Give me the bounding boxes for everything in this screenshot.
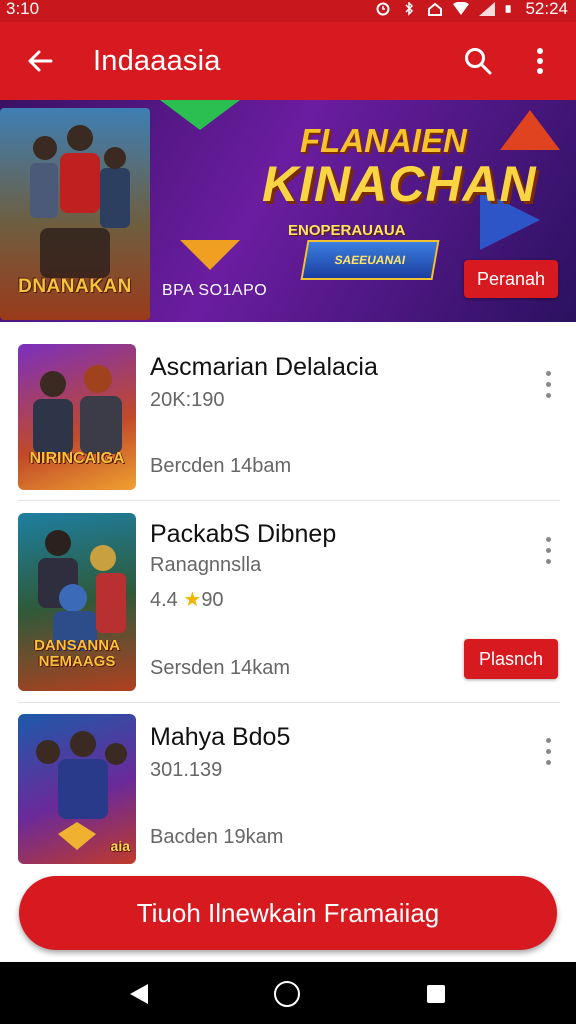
item-title: PackabS Dibnep — [150, 520, 337, 548]
list-item[interactable]: aia Mahya Bdo5 301.139 Bacden 19kam — [0, 703, 576, 873]
item-action-button[interactable]: Plasnch — [464, 639, 558, 679]
search-icon — [465, 48, 492, 75]
banner-action-button[interactable]: Peranah — [464, 260, 558, 298]
status-time: 3:10 — [6, 0, 40, 18]
signal-icon — [479, 2, 496, 16]
bluetooth-icon — [405, 2, 414, 16]
item-title: Ascmarian Delalacia — [150, 353, 378, 381]
status-bar: 3:10 52:24 — [0, 0, 576, 22]
status-icons: 52:24 — [375, 0, 568, 18]
nav-back-icon[interactable] — [128, 982, 150, 1006]
item-title: Mahya Bdo5 — [150, 723, 291, 751]
item-thumbnail-title: aia — [110, 838, 130, 854]
nav-recents-icon[interactable] — [427, 985, 445, 1003]
page-title: Indaaasia — [93, 45, 221, 77]
battery-icon — [506, 5, 512, 13]
banner-emblem: SAEEUANAI — [300, 240, 440, 280]
item-subtitle: 20K:190 — [150, 389, 225, 411]
primary-cta-button[interactable]: Tiuoh Ilnewkain Framaiiag — [19, 876, 557, 950]
banner-shard — [500, 110, 560, 150]
banner-title-line3: ENOPERAUAUA — [288, 222, 406, 239]
featured-banner[interactable]: DNANAKAN FLANAIEN KINACHAN ENOPERAUAUA S… — [0, 100, 576, 322]
item-thumbnail[interactable]: NIRINCAIGA — [18, 344, 136, 490]
back-button[interactable] — [20, 41, 60, 81]
overflow-menu-button[interactable] — [522, 41, 558, 81]
wifi-icon — [453, 2, 470, 15]
arrow-back-icon — [28, 50, 53, 72]
status-clock: 52:24 — [525, 0, 568, 18]
more-vert-icon — [545, 737, 551, 765]
home-status-icon — [428, 2, 443, 16]
more-vert-icon — [545, 370, 551, 398]
list-item[interactable]: NIRINCAIGA Ascmarian Delalacia 20K:190 B… — [0, 336, 576, 501]
more-vert-icon — [545, 536, 551, 564]
list-item[interactable]: DANSANNA NEMAAGS PackabS Dibnep Ranagnns… — [0, 501, 576, 703]
banner-poster-title: DNANAKAN — [18, 276, 132, 297]
item-thumbnail-title: NIRINCAIGA — [29, 450, 125, 467]
item-more-button[interactable] — [536, 731, 560, 771]
rating-value: 4.4 — [150, 589, 178, 611]
system-nav-bar — [0, 962, 576, 1024]
item-meta: Sersden 14kam — [150, 657, 291, 679]
alarm-icon — [376, 2, 390, 16]
item-meta: Bacden 19kam — [150, 826, 284, 848]
rating-count: 90 — [201, 589, 224, 611]
nav-home-icon[interactable] — [274, 981, 300, 1007]
app-bar: Indaaasia — [0, 22, 576, 100]
item-more-button[interactable] — [536, 364, 560, 404]
item-thumbnail[interactable]: aia — [18, 714, 136, 864]
banner-poster[interactable]: DNANAKAN — [0, 108, 150, 320]
item-subtitle: Ranagnnslla — [150, 554, 262, 576]
banner-title-line2: KINACHAN — [262, 156, 537, 212]
item-thumbnail-title: DANSANNA NEMAAGS — [34, 637, 120, 670]
item-rating: 4.4 ★90 — [150, 587, 224, 612]
banner-shard — [180, 240, 240, 270]
item-thumbnail-art — [33, 365, 122, 454]
search-button[interactable] — [458, 41, 498, 81]
star-icon: ★ — [183, 589, 202, 611]
item-more-button[interactable] — [536, 530, 560, 570]
item-meta: Bercden 14bam — [150, 455, 292, 477]
item-thumbnail[interactable]: DANSANNA NEMAAGS — [18, 513, 136, 691]
more-vert-icon — [537, 48, 543, 74]
banner-caption: BPA SO1APO — [162, 282, 268, 299]
item-subtitle: 301.139 — [150, 759, 223, 781]
banner-shard — [160, 100, 240, 130]
